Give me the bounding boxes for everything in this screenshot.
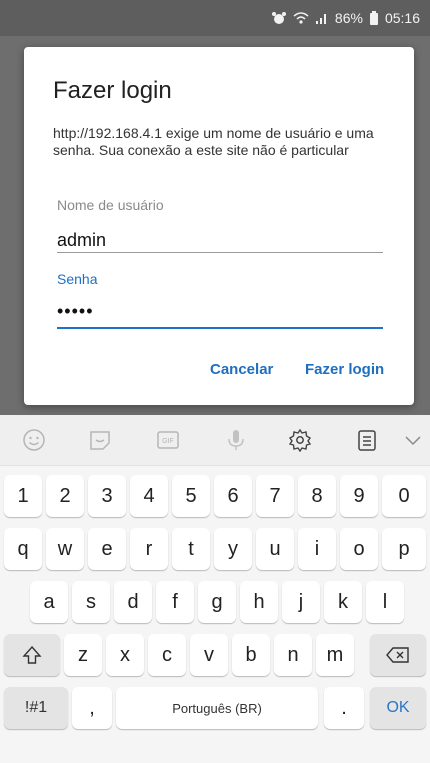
gif-icon[interactable]: GIF (156, 428, 180, 452)
key-h[interactable]: h (240, 581, 278, 623)
wifi-icon (293, 11, 309, 25)
key-6[interactable]: 6 (214, 475, 252, 517)
alarm-icon (271, 11, 287, 25)
login-dialog: Fazer login http://192.168.4.1 exige um … (24, 47, 414, 405)
shift-key[interactable] (4, 634, 60, 676)
key-e[interactable]: e (88, 528, 126, 570)
key-j[interactable]: j (282, 581, 320, 623)
bottom-row: !#1 , Português (BR) . OK (0, 687, 430, 729)
key-l[interactable]: l (366, 581, 404, 623)
signal-icon (315, 11, 329, 25)
number-row: 1 2 3 4 5 6 7 8 9 0 (0, 475, 430, 517)
dialog-message: http://192.168.4.1 exige um nome de usuá… (53, 125, 374, 158)
cancel-button[interactable]: Cancelar (210, 361, 273, 378)
key-k[interactable]: k (324, 581, 362, 623)
clock: 05:16 (384, 10, 420, 26)
password-underline (57, 327, 383, 329)
key-y[interactable]: y (214, 528, 252, 570)
key-f[interactable]: f (156, 581, 194, 623)
username-label: Nome de usuário (57, 197, 164, 213)
battery-icon (369, 10, 379, 26)
username-underline (57, 252, 383, 253)
key-0[interactable]: 0 (382, 475, 426, 517)
username-field[interactable] (57, 227, 382, 253)
key-x[interactable]: x (106, 634, 144, 676)
key-t[interactable]: t (172, 528, 210, 570)
key-c[interactable]: c (148, 634, 186, 676)
backspace-icon (386, 647, 409, 663)
key-9[interactable]: 9 (340, 475, 378, 517)
key-n[interactable]: n (274, 634, 312, 676)
key-p[interactable]: p (382, 528, 426, 570)
key-comma[interactable]: , (72, 687, 112, 729)
key-s[interactable]: s (72, 581, 110, 623)
battery-percent: 86% (334, 10, 363, 26)
key-r[interactable]: r (130, 528, 168, 570)
sticker-icon[interactable] (88, 428, 112, 452)
key-g[interactable]: g (198, 581, 236, 623)
key-7[interactable]: 7 (256, 475, 294, 517)
key-8[interactable]: 8 (298, 475, 336, 517)
key-q[interactable]: q (4, 528, 42, 570)
key-5[interactable]: 5 (172, 475, 210, 517)
key-4[interactable]: 4 (130, 475, 168, 517)
svg-text:GIF: GIF (162, 438, 174, 445)
symbols-key[interactable]: !#1 (4, 687, 68, 729)
key-1[interactable]: 1 (4, 475, 42, 517)
backspace-key[interactable] (370, 634, 426, 676)
status-bar: 86% 05:16 (0, 0, 430, 36)
key-i[interactable]: i (298, 528, 336, 570)
keyboard: GIF 1 2 3 4 5 6 7 8 9 0 q w e r t y u i … (0, 415, 430, 763)
chevron-down-icon[interactable] (401, 428, 425, 452)
settings-gear-icon[interactable] (288, 428, 312, 452)
password-label: Senha (57, 271, 98, 287)
key-z[interactable]: z (64, 634, 102, 676)
key-w[interactable]: w (46, 528, 84, 570)
clipboard-icon[interactable] (355, 428, 379, 452)
key-period[interactable]: . (324, 687, 364, 729)
key-v[interactable]: v (190, 634, 228, 676)
key-d[interactable]: d (114, 581, 152, 623)
ok-key[interactable]: OK (370, 687, 426, 729)
letter-row-3: z x c v b n m (0, 634, 430, 676)
letter-row-2: a s d f g h j k l (0, 581, 430, 623)
key-o[interactable]: o (340, 528, 378, 570)
login-button[interactable]: Fazer login (305, 361, 384, 378)
space-key[interactable]: Português (BR) (116, 687, 318, 729)
key-u[interactable]: u (256, 528, 294, 570)
password-field[interactable]: ••••• (57, 301, 382, 327)
dialog-title: Fazer login (53, 77, 172, 104)
shift-icon (22, 645, 42, 664)
key-2[interactable]: 2 (46, 475, 84, 517)
microphone-icon[interactable] (224, 428, 248, 452)
key-a[interactable]: a (30, 581, 68, 623)
letter-row-1: q w e r t y u i o p (0, 528, 430, 570)
key-3[interactable]: 3 (88, 475, 126, 517)
keyboard-toolbar: GIF (0, 415, 430, 466)
key-b[interactable]: b (232, 634, 270, 676)
emoji-icon[interactable] (22, 428, 46, 452)
key-m[interactable]: m (316, 634, 354, 676)
